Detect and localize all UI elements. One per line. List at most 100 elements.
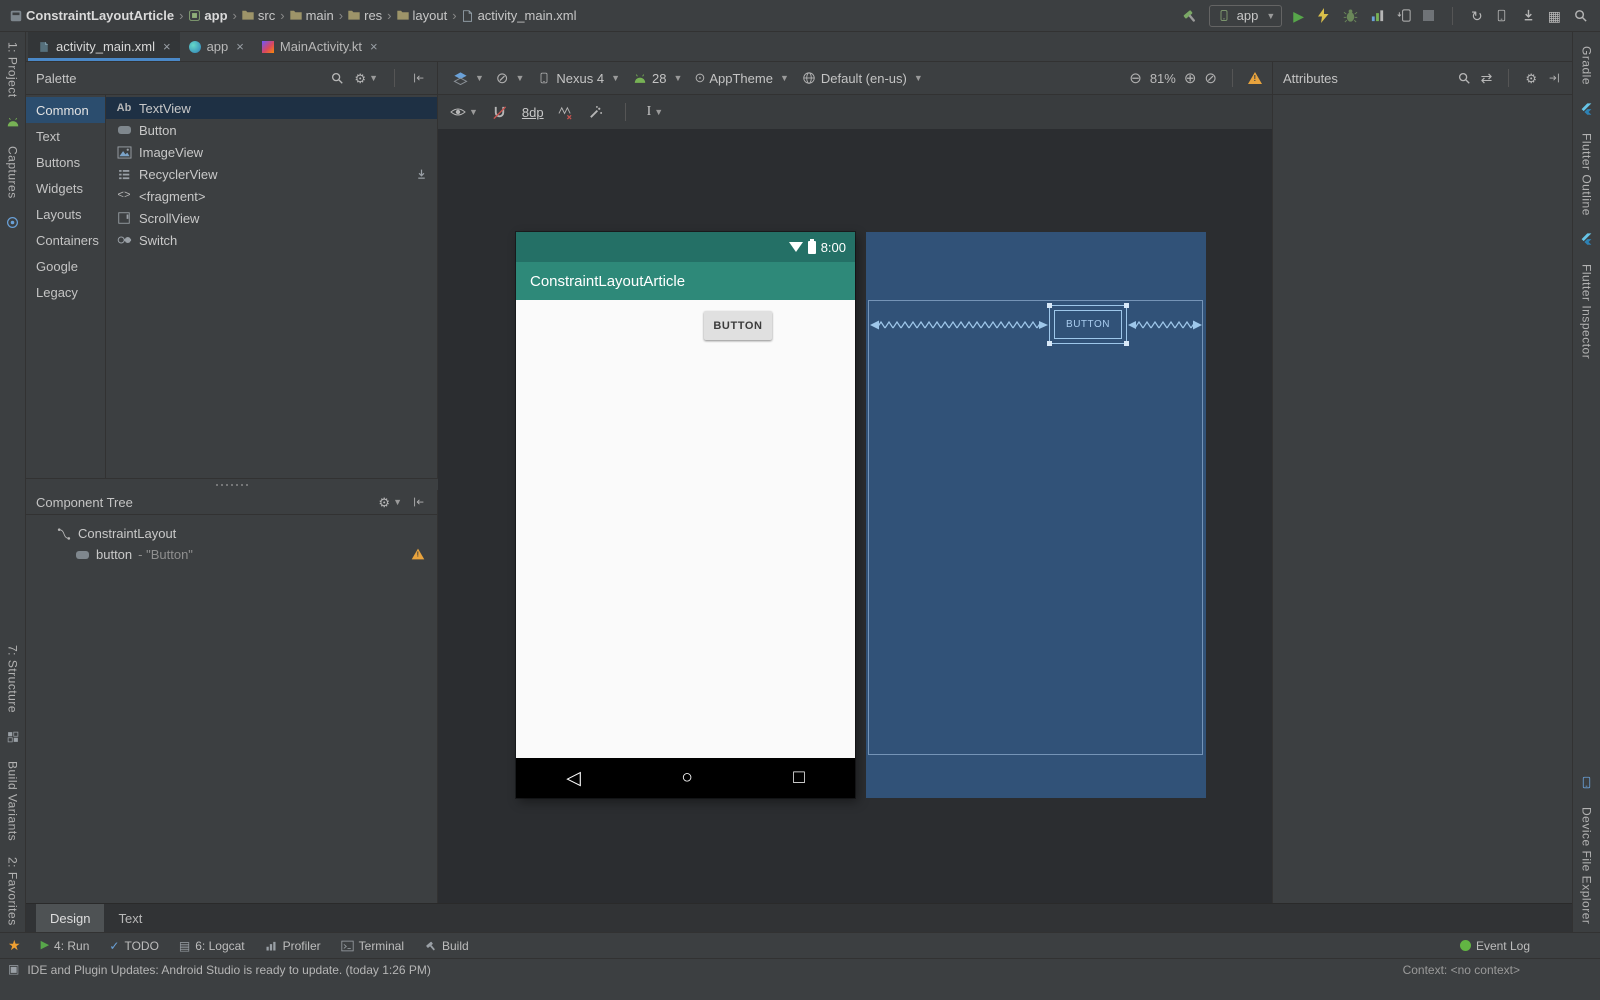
sync-gradle-icon[interactable]: ↻ [1471, 9, 1483, 23]
toolwindow-logcat-button[interactable]: ▤ 6: Logcat [179, 939, 245, 953]
search-icon[interactable] [1456, 70, 1472, 86]
hide-panel-icon[interactable] [411, 70, 427, 86]
tree-settings-button[interactable]: ⚙ ▼ [378, 496, 402, 509]
palette-category-widgets[interactable]: Widgets [26, 175, 105, 201]
sdk-manager-icon[interactable] [1521, 8, 1537, 24]
tab-text[interactable]: Text [104, 904, 156, 932]
palette-item-switch[interactable]: Switch [106, 229, 437, 251]
flutter-outline-icon[interactable] [1579, 101, 1595, 117]
hide-panel-icon[interactable] [1546, 70, 1562, 86]
palette-item-imageview[interactable]: ImageView [106, 141, 437, 163]
layout-inspector-icon[interactable]: ▦ [1548, 9, 1561, 23]
toolwindow-favorites-button[interactable]: 2: Favorites [6, 857, 20, 926]
palette-settings-button[interactable]: ⚙ ▼ [354, 72, 378, 85]
toolwindow-build-variants-button[interactable]: Build Variants [6, 761, 20, 841]
orientation-select[interactable]: ⊘ ▼ [492, 69, 529, 87]
palette-item-scrollview[interactable]: ScrollView [106, 207, 437, 229]
clear-constraints-icon[interactable] [558, 104, 574, 120]
swap-arrows-icon[interactable]: ⇄ [1481, 71, 1493, 85]
device-file-explorer-icon[interactable] [1579, 775, 1595, 791]
profiler-icon[interactable] [1369, 8, 1385, 24]
apply-changes-icon[interactable] [1315, 8, 1331, 24]
toolwindow-profiler-button[interactable]: Profiler [265, 939, 321, 953]
status-message[interactable]: IDE and Plugin Updates: Android Studio i… [27, 963, 431, 977]
default-margin-select[interactable]: 8dp [522, 105, 544, 120]
palette-category-common[interactable]: Common [26, 97, 105, 123]
toolwindow-project-button[interactable]: 1: Project [6, 42, 20, 98]
palette-category-buttons[interactable]: Buttons [26, 149, 105, 175]
tab-mainactivity-kt[interactable]: MainActivity.kt × [253, 32, 387, 61]
flutter-inspector-icon[interactable] [1579, 232, 1595, 248]
design-surface-select[interactable]: ▼ [448, 70, 488, 86]
guidelines-button[interactable]: I ▼ [647, 104, 664, 120]
tree-item-button[interactable]: button - "Button" [26, 544, 437, 565]
zoom-out-button[interactable]: ⊖ [1129, 69, 1142, 87]
tree-item-constraintlayout[interactable]: ConstraintLayout [26, 523, 437, 544]
favorites-star-icon[interactable]: ★ [8, 937, 21, 954]
locale-select[interactable]: Default (en-us) ▼ [797, 70, 927, 86]
preview-button-widget[interactable]: BUTTON [704, 311, 772, 340]
toolwindow-structure-button[interactable]: 7: Structure [6, 645, 20, 713]
palette-category-google[interactable]: Google [26, 253, 105, 279]
close-tab-icon[interactable]: × [370, 39, 378, 54]
device-select[interactable]: Nexus 4 ▼ [532, 70, 624, 86]
resize-handle[interactable] [1124, 303, 1129, 308]
tab-activity-main-xml[interactable]: activity_main.xml × [28, 32, 180, 61]
breadcrumb-file[interactable]: activity_main.xml [478, 8, 577, 23]
blueprint-button-widget[interactable]: BUTTON [1047, 303, 1129, 346]
download-icon[interactable] [413, 166, 429, 182]
api-level-select[interactable]: 28 ▼ [628, 70, 686, 86]
breadcrumb-module[interactable]: app [204, 8, 227, 23]
resize-handle[interactable] [1124, 341, 1129, 346]
debug-bug-icon[interactable] [1342, 8, 1358, 24]
avd-manager-icon[interactable] [1494, 8, 1510, 24]
captures-target-icon[interactable] [5, 214, 21, 230]
toolwindow-gradle-button[interactable]: Gradle [1580, 46, 1594, 85]
zoom-in-button[interactable]: ⊕ [1184, 69, 1197, 87]
breadcrumb-src[interactable]: src [258, 8, 275, 23]
toolwindow-captures-button[interactable]: Captures [6, 146, 20, 199]
zoom-fit-button[interactable]: ⊘ [1204, 69, 1217, 87]
infer-constraints-icon[interactable] [588, 104, 604, 120]
hide-panel-icon[interactable] [411, 494, 427, 510]
toolwindow-build-button[interactable]: Build [424, 939, 469, 953]
palette-category-layouts[interactable]: Layouts [26, 201, 105, 227]
lint-warning-icon[interactable] [1248, 72, 1262, 84]
build-hammer-icon[interactable] [1182, 8, 1198, 24]
gear-icon[interactable]: ⚙ [1525, 72, 1537, 85]
toolwindow-run-button[interactable]: ▶ 4: Run [41, 939, 90, 953]
tab-app[interactable]: app × [180, 32, 253, 61]
toolwindow-flutter-outline-button[interactable]: Flutter Outline [1580, 133, 1594, 216]
autoconnect-off-icon[interactable] [492, 104, 508, 120]
close-tab-icon[interactable]: × [163, 39, 171, 54]
breadcrumb-project[interactable]: ConstraintLayoutArticle [26, 8, 174, 23]
close-tab-icon[interactable]: × [236, 39, 244, 54]
search-everywhere-icon[interactable] [1572, 8, 1588, 24]
attach-debugger-icon[interactable] [1396, 8, 1412, 24]
palette-item-fragment[interactable]: <> <fragment> [106, 185, 437, 207]
palette-item-button[interactable]: Button [106, 119, 437, 141]
toolwindow-flutter-inspector-button[interactable]: Flutter Inspector [1580, 264, 1594, 359]
palette-category-text[interactable]: Text [26, 123, 105, 149]
build-variants-icon[interactable] [5, 729, 21, 745]
toolwindow-terminal-button[interactable]: Terminal [341, 939, 404, 953]
palette-item-textview[interactable]: Ab TextView [106, 97, 437, 119]
resize-handle[interactable] [1047, 341, 1052, 346]
resize-handle[interactable] [1047, 303, 1052, 308]
view-options-button[interactable]: ▼ [450, 104, 478, 120]
warning-icon[interactable] [411, 548, 425, 560]
theme-select[interactable]: ⊙ AppTheme ▼ [690, 70, 792, 86]
breadcrumb-res[interactable]: res [364, 8, 382, 23]
breadcrumb-main[interactable]: main [306, 8, 334, 23]
palette-item-recyclerview[interactable]: RecyclerView [106, 163, 437, 185]
toolwindow-event-log-button[interactable]: Event Log [1459, 939, 1530, 953]
breadcrumb-layout[interactable]: layout [413, 8, 448, 23]
notification-icon[interactable]: ▣ [8, 963, 19, 975]
run-configuration-select[interactable]: app ▼ [1208, 4, 1283, 27]
toolwindow-todo-button[interactable]: ✓ TODO [109, 939, 159, 953]
run-button[interactable]: ▶ [1293, 9, 1304, 23]
palette-category-containers[interactable]: Containers [26, 227, 105, 253]
toolwindow-device-file-explorer-button[interactable]: Device File Explorer [1580, 807, 1594, 924]
palette-category-legacy[interactable]: Legacy [26, 279, 105, 305]
android-monitor-icon[interactable] [5, 114, 21, 130]
